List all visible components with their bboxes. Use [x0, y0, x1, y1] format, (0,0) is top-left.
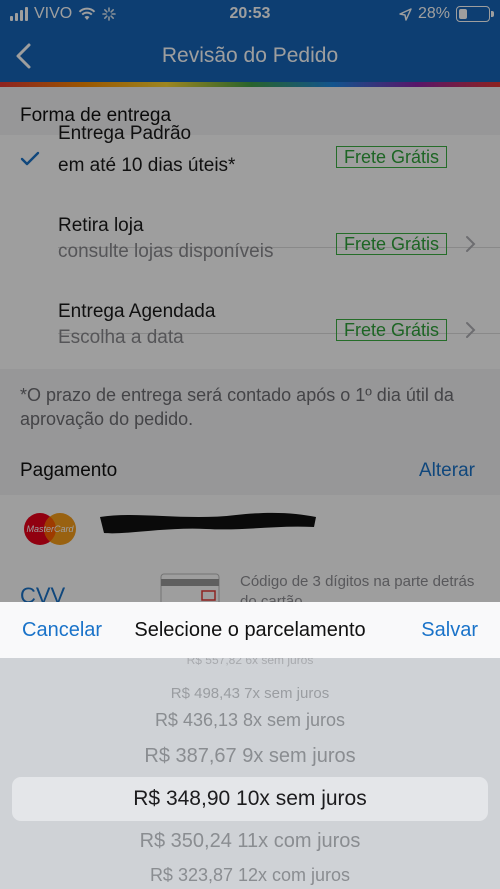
picker-toolbar: Cancelar Selecione o parcelamento Salvar	[0, 602, 500, 658]
modal-overlay[interactable]	[0, 0, 500, 602]
installment-option[interactable]: R$ 557,82 6x sem juros	[0, 658, 500, 667]
installment-option[interactable]: R$ 387,67 9x sem juros	[0, 745, 500, 768]
save-button[interactable]: Salvar	[421, 619, 478, 642]
installment-option[interactable]: R$ 323,87 12x com juros	[0, 865, 500, 886]
installment-option[interactable]: R$ 498,43 7x sem juros	[0, 685, 500, 702]
installment-option[interactable]: R$ 436,13 8x sem juros	[0, 710, 500, 731]
installment-option-selected[interactable]: R$ 348,90 10x sem juros	[0, 787, 500, 811]
installments-picker[interactable]: R$ 557,82 6x sem juros R$ 498,43 7x sem …	[0, 658, 500, 889]
installment-option[interactable]: R$ 350,24 11x com juros	[0, 830, 500, 853]
